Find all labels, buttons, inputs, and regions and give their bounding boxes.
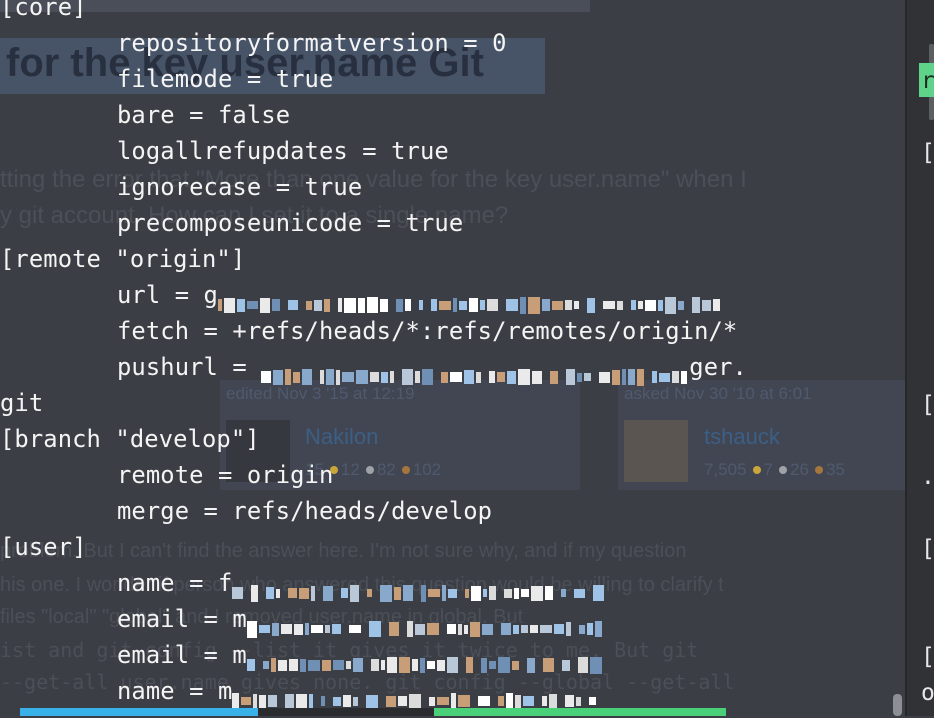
config-line-text: [core] [0, 0, 87, 21]
config-line-text: ignorecase = true [117, 173, 363, 201]
config-line: [core] [0, 0, 905, 25]
config-line-text: merge = refs/heads/develop [117, 497, 493, 525]
redacted-text [246, 646, 604, 674]
right-pane-glyph: [ [921, 140, 934, 166]
tab-strip-green[interactable] [434, 708, 726, 716]
config-line-text: logallrefupdates = true [117, 137, 449, 165]
config-line: remote = origin [0, 457, 905, 493]
config-line: git [0, 385, 905, 421]
redacted-text [218, 286, 722, 314]
config-line: pushurl = ger. [0, 349, 905, 386]
config-line: fetch = +refs/heads/*:refs/remotes/origi… [0, 313, 905, 349]
terminal-scroll-thumb[interactable] [893, 694, 902, 716]
right-pane-glyph: [ [921, 536, 934, 562]
config-line: ignorecase = true [0, 169, 905, 205]
config-line-text: git [0, 389, 44, 417]
right-pane-glyph: o [921, 680, 934, 706]
redacted-text [261, 358, 689, 386]
right-pane-glyph: [ [921, 644, 934, 670]
config-line: logallrefupdates = true [0, 133, 905, 169]
config-line-text: fetch = +refs/heads/*:refs/remotes/origi… [117, 317, 738, 345]
config-line-text: name = f [117, 569, 233, 597]
config-line-text: precomposeunicode = true [117, 209, 464, 237]
right-pane-glyph: . [921, 464, 934, 490]
config-line: merge = refs/heads/develop [0, 493, 905, 529]
redacted-text [246, 610, 610, 638]
config-line: url = g [0, 277, 905, 314]
config-line: email = m [0, 637, 905, 674]
config-line: filemode = true [0, 61, 905, 97]
right-pane-glyph: r [921, 68, 934, 94]
config-line-text: email = m [117, 605, 247, 633]
config-line-text: [user] [0, 533, 87, 561]
config-line-text: email = m [117, 641, 247, 669]
config-line: precomposeunicode = true [0, 205, 905, 241]
tab-strip-blue[interactable] [20, 708, 258, 716]
config-line: bare = false [0, 97, 905, 133]
config-line-text: filemode = true [117, 65, 334, 93]
config-line-text: name = m [117, 677, 233, 705]
config-line: [remote "origin"] [0, 241, 905, 277]
tab-strip-dark[interactable] [258, 708, 434, 716]
redacted-text [232, 574, 606, 602]
config-line-text: repositoryformatversion = 0 [117, 29, 507, 57]
config-line: [branch "develop"] [0, 421, 905, 457]
config-line-suffix: ger. [689, 353, 747, 381]
config-line: repositoryformatversion = 0 [0, 25, 905, 61]
config-line: [user] [0, 529, 905, 565]
config-line-text: [remote "origin"] [0, 245, 246, 273]
config-line: email = m [0, 601, 905, 638]
config-line-text: url = g [117, 281, 218, 309]
config-line: name = f [0, 565, 905, 602]
config-line-text: bare = false [117, 101, 291, 129]
config-line-text: remote = origin [117, 461, 334, 489]
right-pane-glyph: [ [921, 392, 934, 418]
config-line-text: [branch "develop"] [0, 425, 260, 453]
config-line: name = m [0, 673, 905, 710]
terminal-output[interactable]: [core] repositoryformatversion = 0 filemod… [0, 0, 905, 710]
redacted-text [232, 682, 604, 710]
config-line-text: pushurl = [117, 353, 262, 381]
